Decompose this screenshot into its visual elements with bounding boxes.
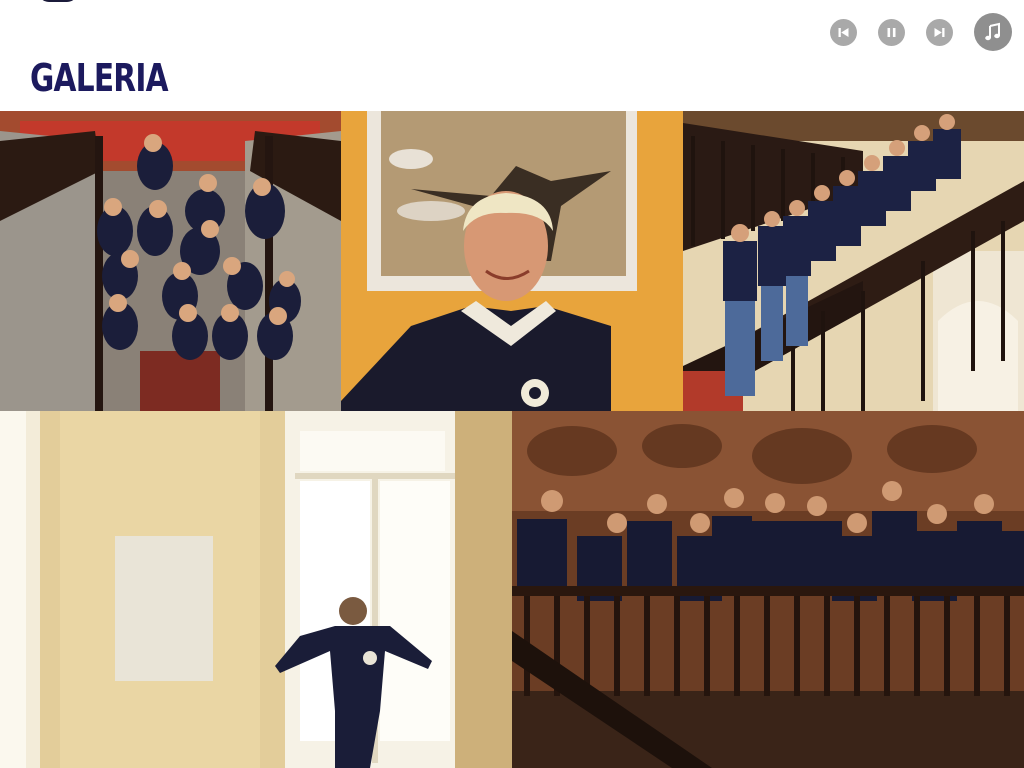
page-title: GALERIA xyxy=(30,56,169,100)
gallery-photo-2[interactable] xyxy=(341,111,683,411)
student-portrait-image xyxy=(341,111,683,411)
skip-next-icon xyxy=(934,27,945,37)
music-note-icon xyxy=(985,22,1000,41)
students-on-staircase-image xyxy=(683,111,1024,411)
gallery-photo-3[interactable] xyxy=(683,111,1024,411)
next-button[interactable] xyxy=(926,18,953,46)
students-at-railing-image xyxy=(512,411,1024,768)
previous-button[interactable] xyxy=(830,18,857,46)
logo-fragment xyxy=(38,0,78,2)
gallery-photo-5[interactable] xyxy=(512,411,1024,768)
gallery-photo-4[interactable] xyxy=(0,411,512,768)
skip-previous-icon xyxy=(838,27,849,37)
gallery-photo-1[interactable] xyxy=(0,111,341,411)
student-at-window-image xyxy=(0,411,512,768)
music-button[interactable] xyxy=(974,13,1012,51)
group-on-staircase-image xyxy=(0,111,341,411)
media-player-controls xyxy=(809,12,1012,52)
pause-icon xyxy=(887,27,896,37)
pause-button[interactable] xyxy=(878,18,905,46)
